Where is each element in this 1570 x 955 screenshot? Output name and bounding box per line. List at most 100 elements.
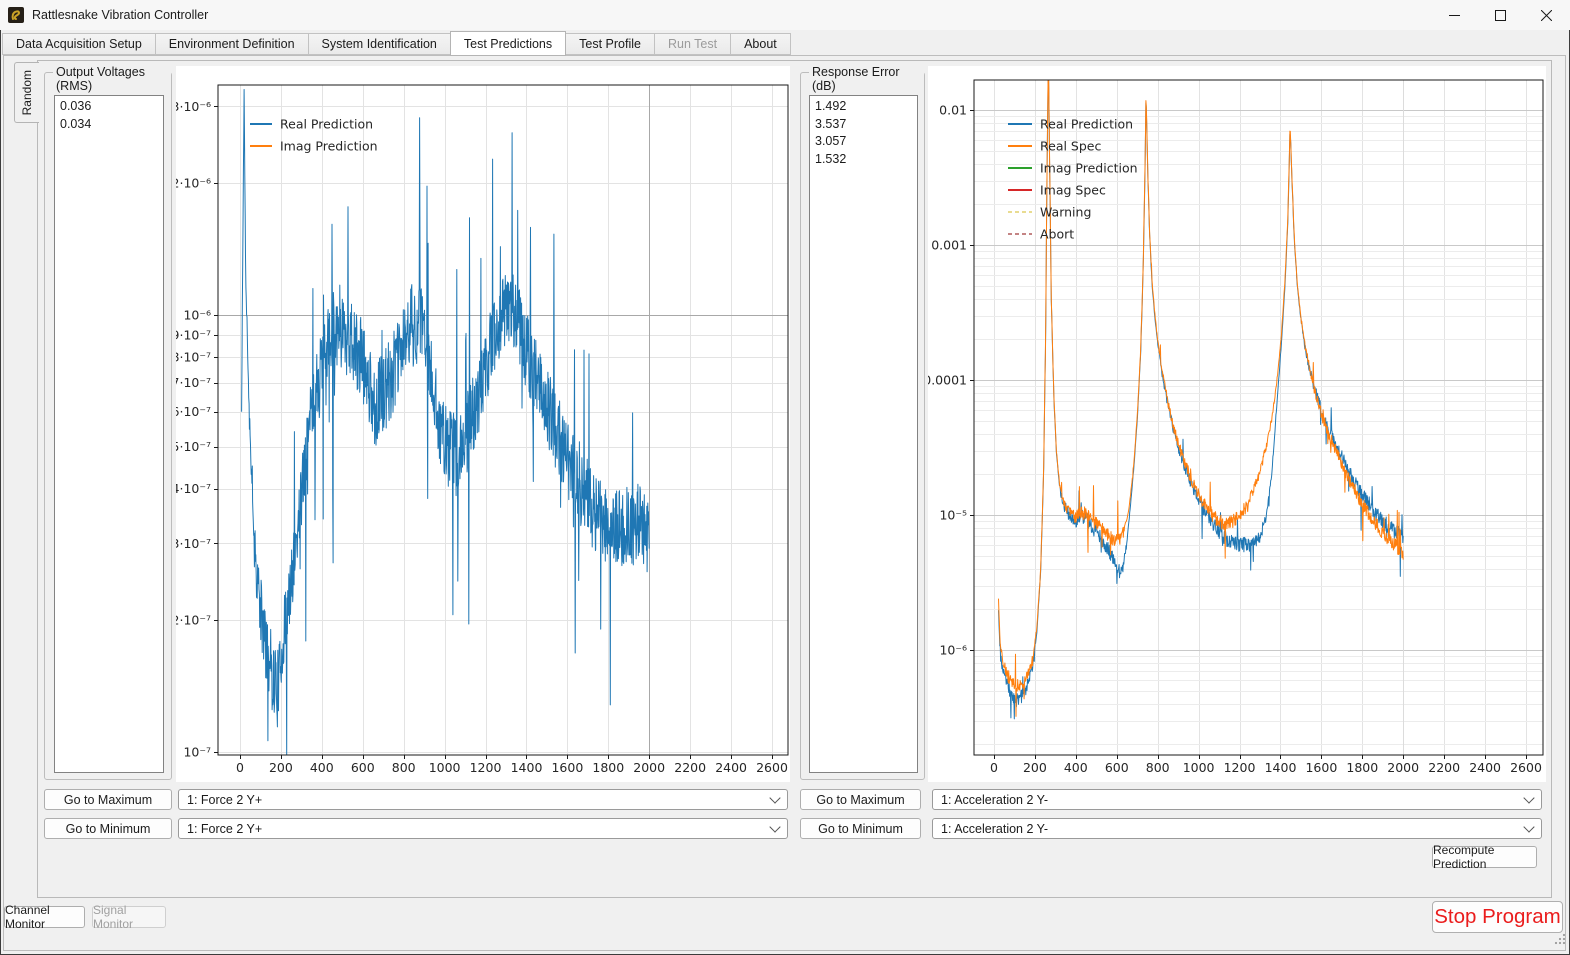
app-icon [8,7,24,23]
response-channel-combo-1-value: 1: Acceleration 2 Y- [941,793,1048,807]
list-item[interactable]: 0.036 [55,98,163,116]
recompute-prediction-button[interactable]: Recompute Prediction [1432,846,1537,868]
svg-text:8·10⁻⁷: 8·10⁻⁷ [176,350,211,365]
svg-text:200: 200 [269,760,293,775]
drive-channel-combo-1-value: 1: Force 2 Y+ [187,793,262,807]
svg-text:3·10⁻⁶: 3·10⁻⁶ [176,99,211,114]
close-button-icon[interactable] [1523,0,1569,30]
response-error-list[interactable]: 1.4923.5373.0571.532 [809,95,918,773]
svg-text:1400: 1400 [511,760,543,775]
svg-text:2400: 2400 [715,760,747,775]
minimize-button-icon[interactable] [1431,0,1477,30]
tab-environment-definition[interactable]: Environment Definition [155,33,309,55]
svg-text:400: 400 [310,760,334,775]
svg-text:0.001: 0.001 [931,237,967,252]
svg-text:1600: 1600 [551,760,583,775]
svg-text:200: 200 [1023,760,1047,775]
svg-text:800: 800 [392,760,416,775]
tab-random-label: Random [20,70,34,115]
svg-text:Imag Spec: Imag Spec [1040,182,1106,197]
channel-monitor-button[interactable]: Channel Monitor [4,906,85,928]
svg-text:9·10⁻⁷: 9·10⁻⁷ [176,327,211,342]
svg-text:1000: 1000 [429,760,461,775]
response-error-group-title: Response Error (dB) [809,65,924,93]
svg-text:0.01: 0.01 [939,102,967,117]
resize-grip[interactable] [1554,932,1566,950]
chevron-down-icon [1523,792,1534,803]
tab-run-test: Run Test [654,33,731,55]
svg-text:1800: 1800 [1346,760,1378,775]
titlebar: Rattlesnake Vibration Controller [0,0,1570,30]
svg-text:400: 400 [1064,760,1088,775]
response-error-group: Response Error (dB) 1.4923.5373.0571.532 [800,72,925,780]
voltage-go-to-minimum-button[interactable]: Go to Minimum [44,818,172,839]
response-channel-combo-1[interactable]: 1: Acceleration 2 Y- [932,789,1542,810]
svg-text:4·10⁻⁷: 4·10⁻⁷ [176,481,211,496]
svg-text:600: 600 [1105,760,1129,775]
output-voltage-plot: 0 200 400 600 800 1000 1200 1400 1600 1800 2000 220… [176,66,790,782]
svg-text:Real Prediction: Real Prediction [280,116,373,131]
svg-text:10⁻⁷: 10⁻⁷ [183,744,211,759]
tab-random[interactable]: Random [14,62,39,123]
list-item[interactable]: 3.057 [810,133,917,151]
drive-channel-combo-2[interactable]: 1: Force 2 Y+ [178,818,788,839]
signal-monitor-button: Signal Monitor [92,906,166,928]
svg-text:10⁻⁵: 10⁻⁵ [939,507,967,522]
svg-text:6·10⁻⁷: 6·10⁻⁷ [176,404,211,419]
response-plot: 0 200 400 600 800 1000 1200 1400 1600 1800 2000 220… [928,66,1546,782]
svg-text:Imag Prediction: Imag Prediction [1040,160,1138,175]
svg-text:2000: 2000 [1387,760,1419,775]
svg-text:1200: 1200 [1224,760,1256,775]
chevron-down-icon [769,792,780,803]
list-item[interactable]: 1.532 [810,151,917,169]
tab-test-profile[interactable]: Test Profile [565,33,655,55]
svg-text:1600: 1600 [1305,760,1337,775]
svg-text:0: 0 [990,760,998,775]
output-voltages-group: Output Voltages (RMS) 0.0360.034 [44,72,172,780]
drive-channel-combo-2-value: 1: Force 2 Y+ [187,822,262,836]
window-title: Rattlesnake Vibration Controller [32,0,208,30]
svg-text:2·10⁻⁶: 2·10⁻⁶ [176,176,211,191]
svg-text:2000: 2000 [633,760,665,775]
tab-system-identification[interactable]: System Identification [308,33,451,55]
svg-text:1800: 1800 [592,760,624,775]
tab-data-acquisition-setup[interactable]: Data Acquisition Setup [2,33,156,55]
svg-text:Imag Prediction: Imag Prediction [280,138,378,153]
svg-text:Abort: Abort [1040,226,1074,241]
list-item[interactable]: 0.034 [55,116,163,134]
svg-text:Warning: Warning [1040,204,1091,219]
voltage-go-to-maximum-button[interactable]: Go to Maximum [44,789,172,810]
chevron-down-icon [1523,821,1534,832]
svg-text:0.0001: 0.0001 [928,372,967,387]
svg-text:2200: 2200 [1428,760,1460,775]
error-go-to-minimum-button[interactable]: Go to Minimum [800,818,921,839]
svg-text:5·10⁻⁷: 5·10⁻⁷ [176,439,211,454]
main-tab-bar: Data Acquisition SetupEnvironment Defini… [2,31,790,55]
drive-channel-combo-1[interactable]: 1: Force 2 Y+ [178,789,788,810]
svg-text:2200: 2200 [674,760,706,775]
svg-text:10⁻⁶: 10⁻⁶ [939,642,967,657]
response-channel-combo-2-value: 1: Acceleration 2 Y- [941,822,1048,836]
output-voltages-list[interactable]: 0.0360.034 [54,95,164,773]
chevron-down-icon [769,821,780,832]
svg-text:2600: 2600 [756,760,788,775]
svg-text:2400: 2400 [1469,760,1501,775]
list-item[interactable]: 3.537 [810,116,917,134]
error-go-to-maximum-button[interactable]: Go to Maximum [800,789,921,810]
svg-text:1400: 1400 [1265,760,1297,775]
svg-text:7·10⁻⁷: 7·10⁻⁷ [176,375,211,390]
svg-text:Real Spec: Real Spec [1040,138,1101,153]
svg-text:2·10⁻⁷: 2·10⁻⁷ [176,613,211,628]
svg-text:800: 800 [1146,760,1170,775]
tab-about[interactable]: About [730,33,791,55]
maximize-button-icon[interactable] [1477,0,1523,30]
svg-text:1000: 1000 [1183,760,1215,775]
svg-text:0: 0 [236,760,244,775]
tab-test-predictions[interactable]: Test Predictions [450,31,566,56]
list-item[interactable]: 1.492 [810,98,917,116]
output-voltages-group-title: Output Voltages (RMS) [53,65,171,93]
svg-text:600: 600 [351,760,375,775]
svg-text:1200: 1200 [470,760,502,775]
stop-program-button[interactable]: Stop Program [1432,901,1563,933]
response-channel-combo-2[interactable]: 1: Acceleration 2 Y- [932,818,1542,839]
